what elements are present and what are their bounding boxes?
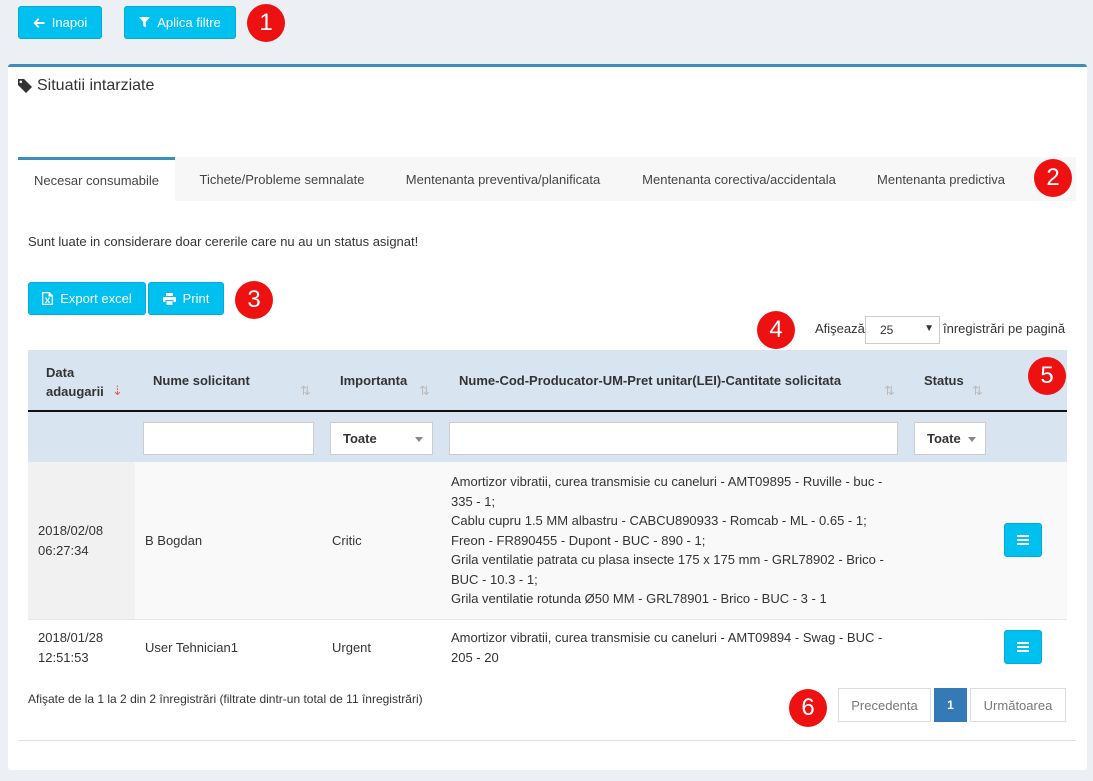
length-prefix: Afişează (815, 321, 865, 336)
back-button[interactable]: Inapoi (18, 6, 102, 39)
importance-filter-select[interactable]: Toate (330, 422, 433, 455)
items-cell: Amortizor vibratii, curea transmisie cu … (451, 474, 884, 606)
tab-necesar-consumabile[interactable]: Necesar consumabile (18, 157, 175, 201)
print-button[interactable]: Print (148, 282, 224, 315)
column-header-date[interactable]: Data adaugarii (46, 363, 104, 401)
requester-filter-input[interactable] (143, 422, 314, 455)
file-excel-icon (42, 292, 54, 305)
caret-down-icon (415, 437, 423, 442)
tag-icon (18, 79, 32, 93)
page-1-button[interactable]: 1 (934, 688, 967, 722)
column-header-status[interactable]: Status (924, 373, 964, 388)
previous-page-button[interactable]: Precedenta (838, 688, 931, 722)
sort-icon[interactable]: ⇅ (884, 383, 895, 399)
callout-marker-2: 2 (1034, 159, 1072, 197)
sort-desc-icon[interactable]: ⇣ (112, 383, 123, 399)
callout-marker-3: 3 (235, 281, 273, 319)
callout-marker-6: 6 (789, 689, 827, 727)
menu-icon (1017, 535, 1029, 545)
back-button-label: Inapoi (51, 15, 88, 30)
items-filter-input[interactable] (449, 422, 898, 455)
tab-mentenanta-corectiva[interactable]: Mentenanta corectiva/accidentala (628, 157, 850, 201)
box-title: Situatii intarziate (18, 77, 154, 95)
arrow-left-icon (33, 17, 45, 28)
status-filter-select[interactable]: Toate (914, 422, 986, 455)
callout-marker-1: 1 (247, 4, 285, 42)
importance-cell: Critic (332, 533, 362, 548)
row-details-button[interactable] (1004, 523, 1042, 557)
apply-filters-label: Aplica filtre (157, 15, 221, 30)
requester-cell: User Tehnician1 (145, 640, 238, 655)
print-label: Print (182, 291, 210, 306)
sort-icon[interactable]: ⇅ (419, 383, 430, 399)
box-divider (18, 740, 1076, 741)
column-header-requester[interactable]: Nume solicitant (153, 373, 250, 388)
page-length-select[interactable]: 25 ▼ (865, 316, 940, 344)
export-excel-button[interactable]: Export excel (28, 282, 146, 315)
date-cell: 2018/02/08 06:27:34 (38, 523, 104, 558)
length-suffix: înregistrări pe pagină (943, 321, 1066, 336)
print-icon (162, 292, 176, 305)
page-length-value: 25 (880, 323, 894, 337)
column-header-items[interactable]: Nume-Cod-Producator-UM-Pret unitar(LEI)-… (459, 373, 841, 388)
caret-down-icon (968, 437, 976, 442)
page-title: Situatii intarziate (37, 77, 155, 94)
row-divider (28, 619, 1067, 620)
sort-icon[interactable]: ⇅ (972, 383, 983, 399)
next-page-button[interactable]: Următoarea (970, 688, 1066, 722)
filter-icon (139, 17, 151, 28)
callout-marker-5: 5 (1028, 357, 1066, 395)
callout-marker-4: 4 (757, 311, 795, 349)
tab-tichete[interactable]: Tichete/Probleme semnalate (184, 157, 380, 201)
export-excel-label: Export excel (60, 291, 132, 306)
apply-filters-button[interactable]: Aplica filtre (124, 6, 236, 39)
date-cell: 2018/01/28 12:51:53 (38, 630, 104, 665)
column-header-importance[interactable]: Importanta (340, 373, 407, 388)
tab-mentenanta-predictiva[interactable]: Mentenanta predictiva (864, 157, 1018, 201)
tab-mentenanta-preventiva[interactable]: Mentenanta preventiva/planificata (390, 157, 616, 201)
info-note: Sunt luate in considerare doar cererile … (28, 234, 419, 249)
table-info: Afişate de la 1 la 2 din 2 înregistrări … (28, 692, 423, 706)
menu-icon (1017, 642, 1029, 652)
row-details-button[interactable] (1004, 630, 1042, 664)
sort-icon[interactable]: ⇅ (300, 383, 311, 399)
items-cell: Amortizor vibratii, curea transmisie cu … (451, 630, 883, 665)
chevron-down-icon: ▼ (924, 323, 934, 334)
requester-cell: B Bogdan (145, 533, 203, 548)
importance-cell: Urgent (332, 640, 372, 655)
